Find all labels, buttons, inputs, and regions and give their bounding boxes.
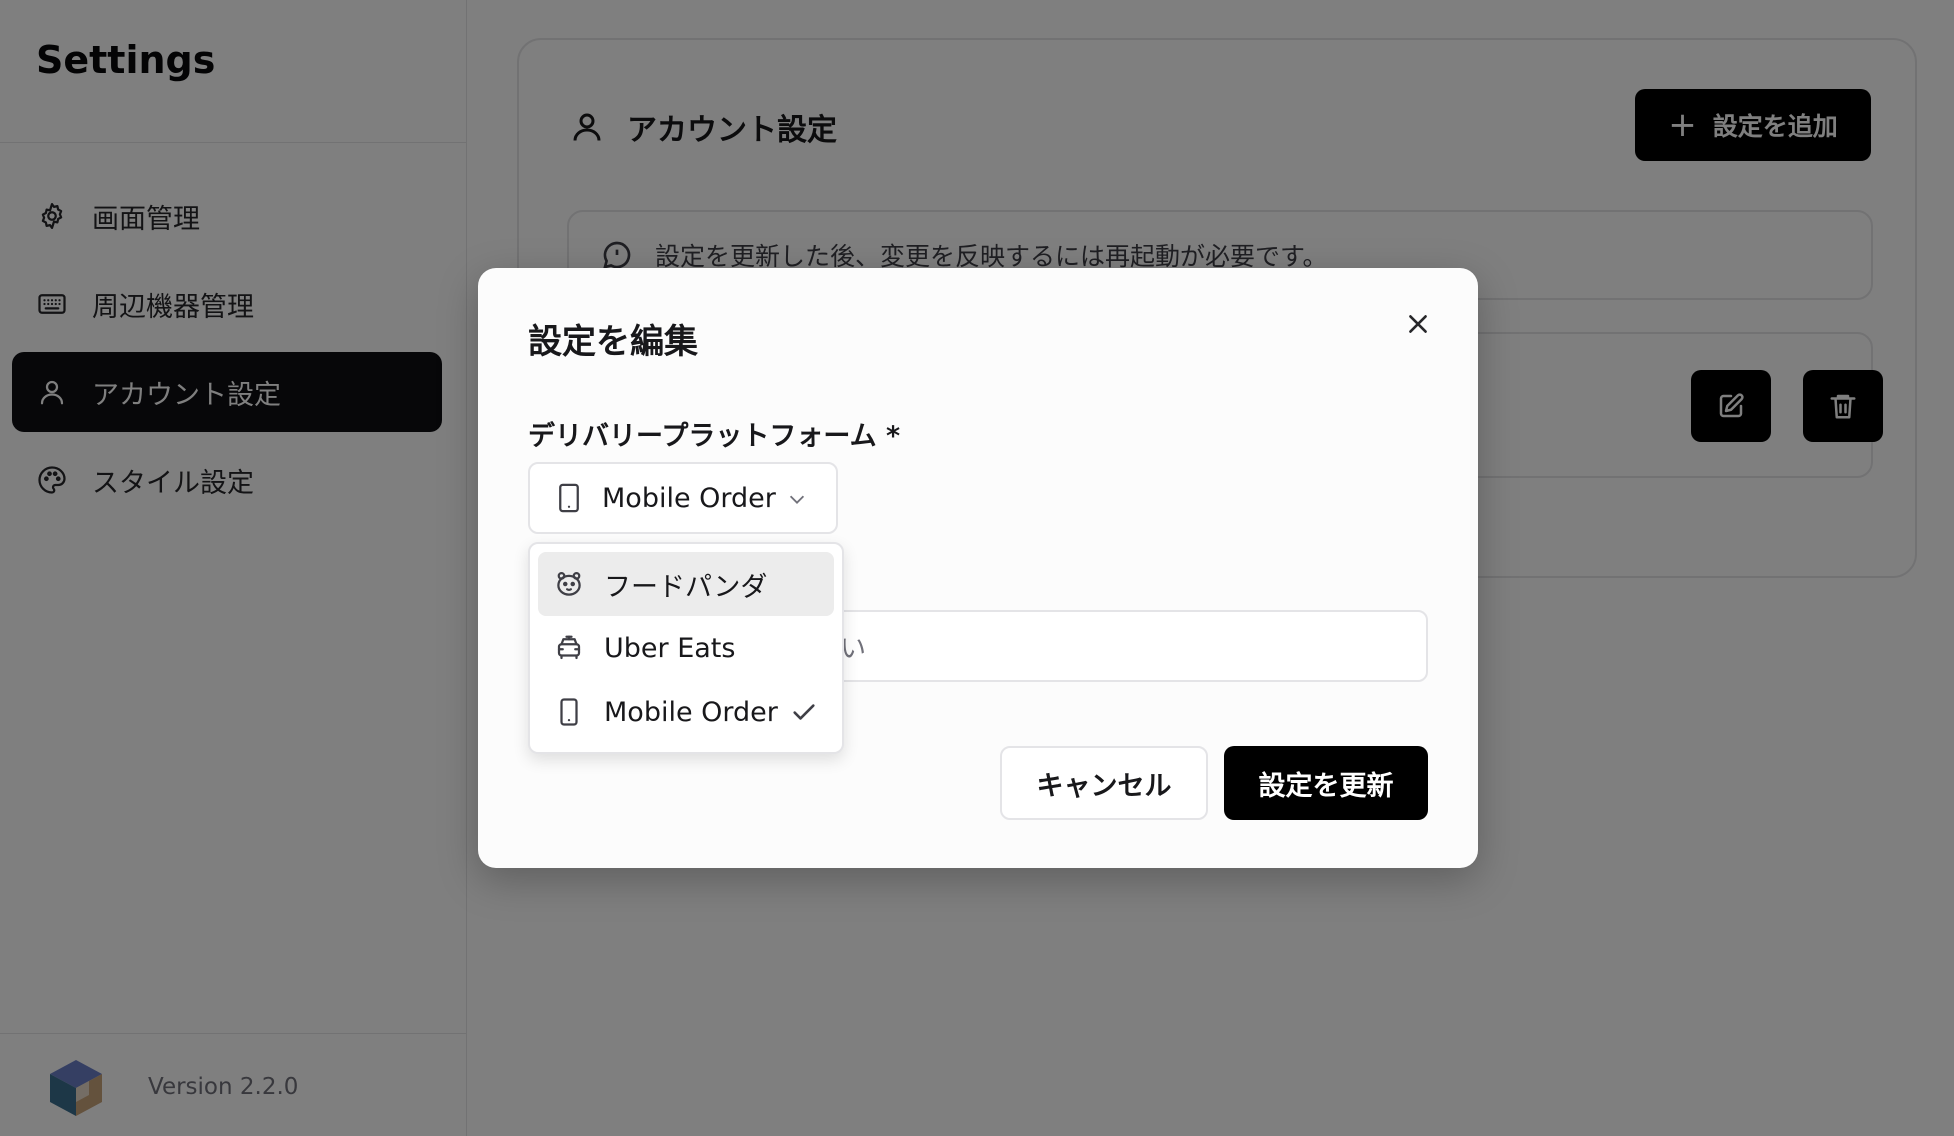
option-label: Uber Eats bbox=[604, 632, 736, 664]
smartphone-icon bbox=[559, 483, 579, 513]
platform-option-uber-eats[interactable]: Uber Eats bbox=[538, 616, 834, 680]
panda-icon bbox=[554, 569, 584, 599]
close-icon bbox=[1409, 315, 1427, 333]
option-label: Mobile Order bbox=[604, 696, 778, 728]
platform-select[interactable]: Mobile Order bbox=[528, 462, 838, 534]
update-settings-button[interactable]: 設定を更新 bbox=[1224, 746, 1428, 820]
dialog-title: 設定を編集 bbox=[528, 322, 698, 362]
check-icon bbox=[790, 698, 818, 726]
chevron-down-icon bbox=[789, 495, 805, 504]
cancel-button[interactable]: キャンセル bbox=[1000, 746, 1208, 820]
platform-select-value: Mobile Order bbox=[602, 482, 776, 514]
platform-dropdown: フードパンダ Uber Eats Mobile Order bbox=[528, 542, 844, 754]
app-root: Settings 画面管理 周辺機器管理 アカウント設定 スタイル設定 bbox=[0, 0, 1954, 1136]
platform-field-label: デリバリープラットフォーム * bbox=[528, 421, 901, 452]
platform-option-foodpanda[interactable]: フードパンダ bbox=[538, 552, 834, 616]
smartphone-icon bbox=[554, 697, 584, 727]
option-label: フードパンダ bbox=[604, 571, 768, 603]
car-icon bbox=[554, 633, 584, 663]
platform-option-mobile-order[interactable]: Mobile Order bbox=[538, 680, 834, 744]
close-button[interactable] bbox=[1398, 304, 1438, 344]
